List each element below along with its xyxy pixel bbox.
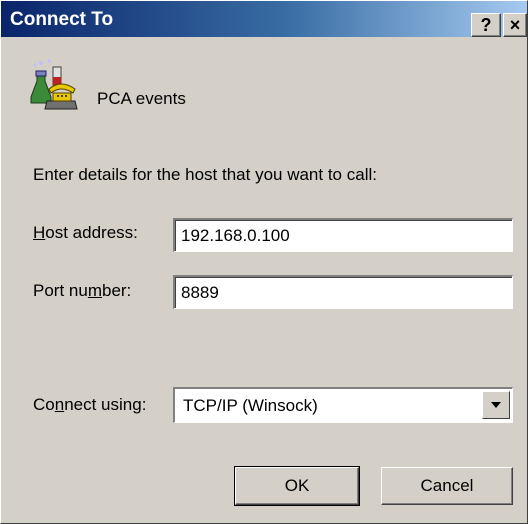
instructions-text: Enter details for the host that you want…	[33, 165, 377, 184]
connect-using-value: TCP/IP (Winsock)	[183, 396, 318, 415]
host-address-label: Host address:	[33, 223, 138, 242]
port-number-input[interactable]	[173, 275, 513, 309]
cancel-button-label: Cancel	[420, 476, 474, 495]
host-address-input[interactable]	[173, 218, 513, 252]
help-button[interactable]: ?	[471, 13, 501, 37]
cancel-button[interactable]: Cancel	[381, 467, 513, 505]
dropdown-button[interactable]	[482, 391, 510, 419]
connect-using-label: Connect using:	[33, 395, 147, 414]
ok-button[interactable]: OK	[234, 466, 360, 506]
title-bar[interactable]: Connect To ? ×	[1, 1, 527, 37]
connect-to-dialog: Connect To ? × PCA events Enter details …	[0, 0, 528, 524]
chevron-down-icon	[491, 402, 501, 408]
window-title: Connect To	[10, 9, 114, 30]
connection-name: PCA events	[97, 89, 186, 108]
ok-button-label: OK	[284, 476, 310, 495]
phone-lab-flask-icon	[30, 59, 78, 110]
help-icon: ?	[480, 14, 492, 35]
close-icon: ×	[509, 14, 521, 35]
port-number-label: Port number:	[33, 281, 132, 300]
close-button[interactable]: ×	[503, 13, 527, 37]
connect-using-select[interactable]: TCP/IP (Winsock)	[173, 387, 513, 423]
